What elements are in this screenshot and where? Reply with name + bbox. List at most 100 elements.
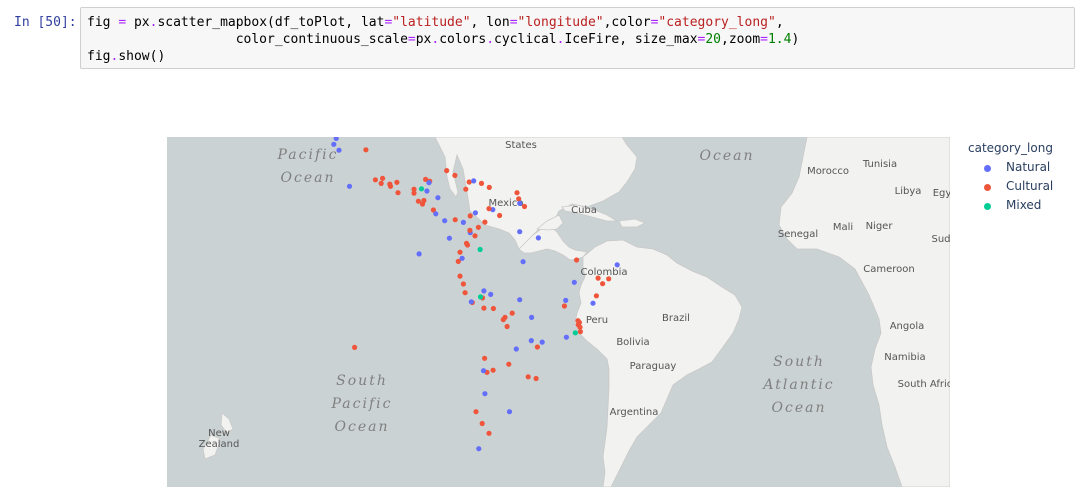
map-point-cultural[interactable] (352, 344, 358, 350)
map-point-cultural[interactable] (534, 344, 540, 350)
map-point-cultural[interactable] (466, 179, 472, 185)
map-point-cultural[interactable] (500, 317, 506, 323)
map-point-cultural[interactable] (600, 281, 606, 287)
map-point-natural[interactable] (442, 218, 448, 224)
map-point-cultural[interactable] (467, 213, 473, 219)
map-point-natural[interactable] (426, 180, 432, 186)
notebook-cell[interactable]: In [50]: fig = px. scatter_mapbox(df_toPl… (0, 0, 1084, 75)
map-point-natural[interactable] (614, 262, 620, 268)
map-point-natural[interactable] (416, 251, 422, 257)
map-point-cultural[interactable] (411, 190, 417, 196)
map-point-cultural[interactable] (516, 196, 522, 202)
map-canvas[interactable]: UnitedStates Mexico Cuba Colombia Brazil… (167, 137, 950, 487)
map-point-natural[interactable] (590, 300, 596, 306)
map-point-natural[interactable] (482, 391, 488, 397)
code-input-area[interactable]: fig = px.scatter_mapbox(df_toPlot, lat="… (80, 7, 1075, 69)
map-point-natural[interactable] (346, 183, 353, 189)
map-point-natural[interactable] (529, 314, 535, 320)
map-point-cultural[interactable] (486, 184, 492, 190)
map-point-cultural[interactable] (593, 293, 599, 299)
map-point-natural[interactable] (446, 235, 452, 241)
map-point-natural[interactable] (460, 219, 466, 225)
map-point-cultural[interactable] (574, 257, 580, 263)
map-plot[interactable]: UnitedStates Mexico Cuba Colombia Brazil… (167, 137, 950, 487)
map-point-natural[interactable] (435, 195, 441, 201)
map-point-cultural[interactable] (490, 367, 496, 373)
map-point-natural[interactable] (520, 259, 526, 265)
map-point-natural[interactable] (488, 291, 494, 297)
map-point-cultural[interactable] (482, 219, 488, 225)
map-point-cultural[interactable] (521, 203, 528, 210)
map-point-natural[interactable] (468, 299, 474, 305)
map-point-natural[interactable] (517, 200, 523, 206)
map-point-natural[interactable] (480, 368, 487, 374)
map-point-cultural[interactable] (363, 147, 369, 153)
map-point-natural[interactable] (535, 235, 541, 241)
map-point-cultural[interactable] (395, 190, 401, 196)
map-point-cultural[interactable] (514, 190, 520, 196)
map-point-natural[interactable] (471, 178, 477, 184)
map-point-cultural[interactable] (472, 233, 478, 239)
map-point-cultural[interactable] (372, 177, 378, 183)
map-point-cultural[interactable] (490, 305, 496, 312)
map-point-natural[interactable] (424, 188, 430, 194)
map-point-cultural[interactable] (462, 290, 468, 296)
map-point-cultural[interactable] (606, 276, 612, 282)
map-point-natural[interactable] (333, 137, 339, 141)
map-point-cultural[interactable] (561, 303, 567, 309)
map-point-cultural[interactable] (481, 305, 487, 311)
map-point-natural[interactable] (459, 255, 465, 261)
map-point-natural[interactable] (331, 141, 337, 147)
map-point-cultural[interactable] (444, 168, 450, 174)
map-point-natural[interactable] (472, 210, 478, 216)
map-point-natural[interactable] (433, 211, 439, 217)
map-point-natural[interactable] (563, 334, 569, 340)
code-token: ,color (603, 15, 651, 30)
map-point-cultural[interactable] (460, 281, 466, 287)
map-point-cultural[interactable] (394, 179, 400, 185)
map-point-cultural[interactable] (482, 355, 488, 361)
map-point-cultural[interactable] (486, 206, 492, 212)
map-point-cultural[interactable] (475, 224, 481, 230)
map-point-natural[interactable] (506, 409, 513, 415)
map-point-cultural[interactable] (467, 227, 473, 233)
map-point-cultural[interactable] (533, 375, 539, 382)
map-point-natural[interactable] (513, 346, 519, 352)
map-point-cultural[interactable] (463, 186, 469, 192)
map-point-cultural[interactable] (378, 180, 384, 186)
map-point-cultural[interactable] (506, 361, 512, 367)
map-point-natural[interactable] (517, 229, 523, 235)
map-point-mixed[interactable] (477, 246, 483, 253)
map-point-cultural[interactable] (525, 374, 531, 380)
map-point-cultural[interactable] (452, 172, 458, 178)
map-point-cultural[interactable] (595, 275, 601, 281)
map-point-cultural[interactable] (497, 212, 503, 219)
map-point-cultural[interactable] (457, 249, 463, 255)
map-point-mixed[interactable] (572, 330, 578, 336)
map-point-mixed[interactable] (418, 186, 425, 192)
map-point-cultural[interactable] (486, 430, 492, 436)
map-point-natural[interactable] (563, 297, 569, 303)
map-point-cultural[interactable] (478, 180, 485, 186)
map-point-cultural[interactable] (380, 175, 386, 181)
map-point-cultural[interactable] (457, 273, 463, 279)
map-point-natural[interactable] (476, 446, 482, 452)
map-point-cultural[interactable] (419, 201, 426, 207)
label-pacific-ocean: Pacific Ocean (277, 147, 339, 186)
map-point-mixed[interactable] (477, 294, 484, 300)
map-point-natural[interactable] (481, 288, 487, 294)
map-point-natural[interactable] (528, 338, 534, 344)
map-point-cultural[interactable] (473, 409, 479, 415)
map-point-natural[interactable] (517, 297, 523, 303)
map-point-cultural[interactable] (577, 329, 583, 335)
map-point-natural[interactable] (571, 279, 577, 285)
map-point-cultural[interactable] (452, 217, 458, 223)
map-point-cultural[interactable] (577, 324, 583, 330)
map-point-cultural[interactable] (509, 310, 515, 316)
map-point-cultural[interactable] (387, 183, 394, 189)
map-point-cultural[interactable] (504, 323, 510, 330)
map-point-cultural[interactable] (464, 242, 471, 248)
map-point-natural[interactable] (539, 339, 545, 345)
map-point-cultural[interactable] (479, 420, 485, 427)
map-point-natural[interactable] (336, 147, 342, 153)
